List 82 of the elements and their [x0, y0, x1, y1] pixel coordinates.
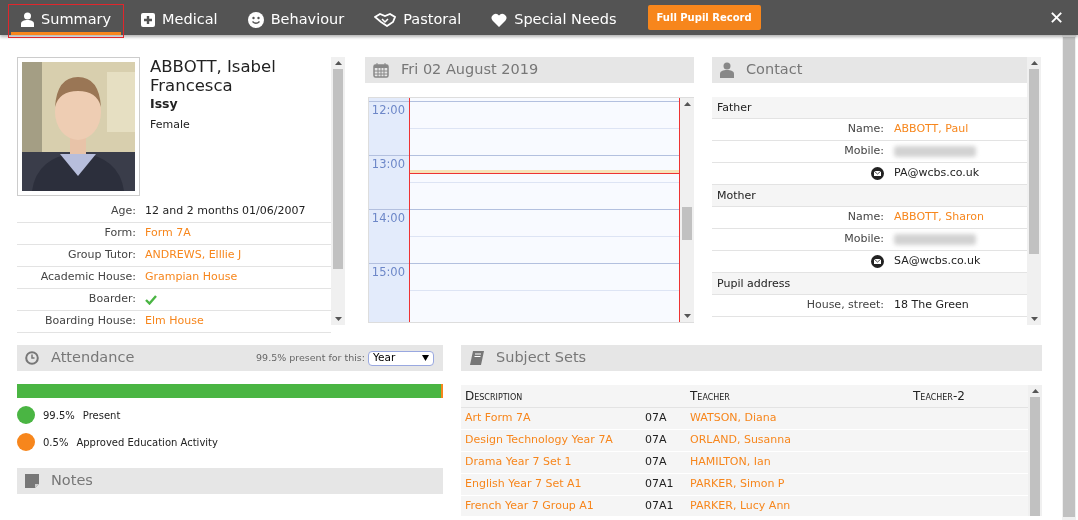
field-label: Boarder:: [87, 291, 137, 308]
caret-icon: [422, 355, 429, 361]
plus-icon: [141, 12, 156, 27]
tab[interactable]: Medical: [131, 7, 228, 35]
calendar-icon: [373, 62, 389, 78]
field-link[interactable]: ANDREWS, Elllie J: [145, 247, 242, 264]
scroll-thumb[interactable]: [682, 207, 692, 240]
tab[interactable]: Summary: [11, 7, 122, 35]
attendance-heading: Attendance: [51, 348, 135, 368]
field-label: House, street:: [806, 297, 884, 314]
mail-icon: [871, 255, 884, 268]
clock-icon: [25, 351, 39, 365]
scroll-thumb[interactable]: [333, 69, 343, 269]
set-code: 07A1: [645, 476, 674, 490]
date-heading: Fri 02 August 2019: [401, 60, 539, 80]
heart-icon: [491, 12, 508, 27]
scroll-up-icon[interactable]: [1030, 61, 1038, 66]
time-label: 15:00: [371, 265, 405, 279]
person-icon: [21, 12, 34, 27]
field-label: Academic House:: [39, 269, 137, 286]
legend-percent: 99.5%: [43, 408, 75, 423]
preferred-name: Issy: [150, 95, 179, 113]
column-header: Teacher: [686, 385, 909, 407]
pupil-name: ABBOTT, Isabel Francesca: [150, 57, 277, 95]
tab[interactable]: Special Needs: [481, 7, 627, 35]
legend-label: Present: [82, 408, 121, 423]
contact-heading: Contact: [746, 60, 803, 80]
group-heading: Father: [712, 97, 1027, 119]
handshake-icon: [374, 12, 397, 27]
field-value: 12 and 2 months 01/06/2007: [145, 203, 306, 220]
group-heading: Pupil address: [712, 273, 1027, 295]
smiley-icon: [247, 11, 264, 28]
field-label: Mobile:: [844, 143, 884, 160]
legend-label: Approved Education Activity: [76, 435, 218, 450]
set-code: 07A: [645, 432, 667, 446]
email-address: SA@wcbs.co.uk: [894, 253, 981, 270]
group-heading: Mother: [712, 185, 1027, 207]
scroll-up-icon[interactable]: [334, 61, 342, 66]
contact-link[interactable]: ABBOTT, Sharon: [894, 209, 984, 226]
attendance-summary: 99.5% present for this:: [256, 350, 365, 365]
field-value: 18 The Green: [894, 297, 969, 314]
column-header: Teacher-2: [909, 385, 1028, 407]
subject-sets-heading: Subject Sets: [496, 348, 587, 368]
scroll-down-icon[interactable]: [683, 314, 691, 319]
field-label: Mobile:: [844, 231, 884, 248]
tab[interactable]: Behaviour: [237, 7, 355, 35]
gender-text: Female: [150, 116, 191, 133]
scroll-thumb[interactable]: [1029, 69, 1039, 254]
column-header: Description: [461, 385, 641, 407]
contact-link[interactable]: ABBOTT, Paul: [894, 121, 969, 138]
period-dropdown[interactable]: Year: [368, 350, 434, 366]
note-icon: [25, 474, 39, 488]
full-record-button[interactable]: Full Pupil Record: [647, 5, 761, 30]
field-link[interactable]: Grampian House: [145, 269, 238, 286]
notes-heading: Notes: [51, 471, 93, 491]
scroll-down-icon[interactable]: [1030, 317, 1038, 322]
book-icon: [469, 351, 484, 365]
field-label: Name:: [847, 121, 884, 138]
tab[interactable]: Pastoral: [364, 7, 472, 35]
time-label: 12:00: [371, 103, 405, 117]
legend-percent: 0.5%: [43, 435, 69, 450]
set-code: 07A: [645, 410, 667, 424]
field-link[interactable]: Elm House: [145, 313, 204, 330]
scroll-up-icon[interactable]: [683, 102, 691, 107]
mail-icon: [871, 167, 884, 180]
time-label: 13:00: [371, 157, 405, 171]
scroll-up-icon[interactable]: [1031, 389, 1039, 394]
field-label: Form:: [103, 225, 137, 242]
set-code: 07A1: [645, 498, 674, 512]
set-code: 07A: [645, 454, 667, 468]
field-label: Age:: [110, 203, 137, 220]
scroll-thumb[interactable]: [1063, 37, 1075, 517]
scroll-thumb[interactable]: [1030, 397, 1040, 516]
email-address: PA@wcbs.co.uk: [894, 165, 980, 182]
field-label: Boarding House:: [44, 313, 137, 330]
time-label: 14:00: [371, 211, 405, 225]
person-icon: [720, 62, 734, 78]
scroll-down-icon[interactable]: [334, 317, 342, 322]
field-label: Name:: [847, 209, 884, 226]
close-button[interactable]: ✕: [1042, 4, 1070, 31]
field-link[interactable]: Form 7A: [145, 225, 191, 242]
field-label: Group Tutor:: [66, 247, 137, 264]
